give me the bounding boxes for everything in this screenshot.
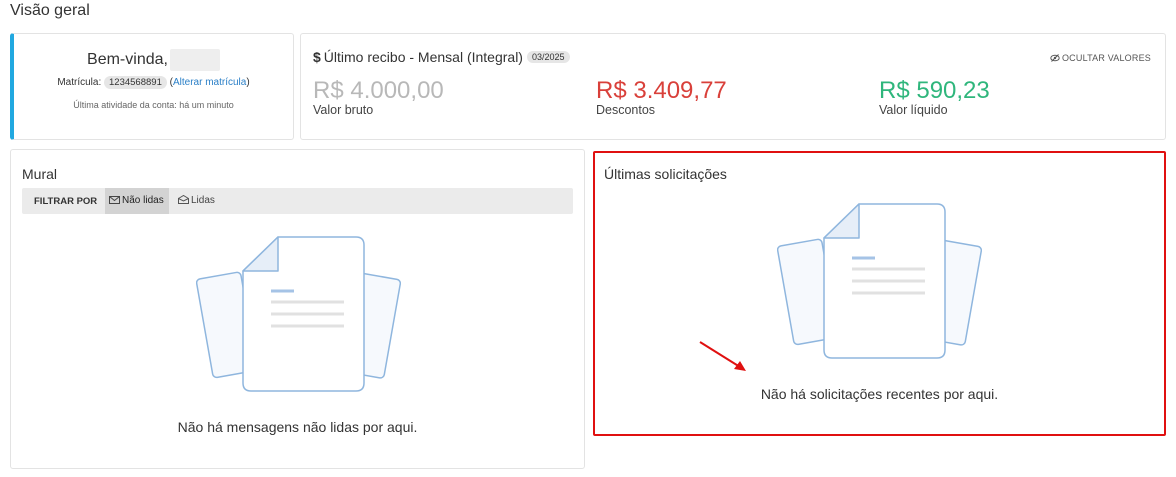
dollar-icon: $	[313, 49, 321, 65]
welcome-card: Bem-vinda, Matrícula: 1234568891 (Altera…	[10, 33, 294, 140]
discounts-value: R$ 3.409,77	[596, 77, 727, 104]
last-activity: Última atividade da conta: há um minuto	[73, 100, 234, 110]
hide-values-label: OCULTAR VALORES	[1061, 53, 1151, 63]
welcome-greeting: Bem-vinda,	[87, 51, 168, 69]
change-registration-link[interactable]: Alterar matrícula	[173, 77, 246, 88]
discounts-label: Descontos	[596, 103, 656, 117]
receipt-title-line: $ Último recibo - Mensal (Integral) 03/202…	[313, 49, 570, 65]
net-value: R$ 590,23	[879, 77, 990, 104]
red-arrow-annotation	[699, 341, 746, 371]
user-name-masked	[169, 49, 220, 71]
envelope-open-icon	[178, 194, 189, 204]
net-label: Valor líquido	[879, 103, 948, 117]
mural-card: Mural FILTRAR POR Não lidas Lidas Não há…	[10, 149, 585, 469]
recent-requests-title: Últimas solicitações	[604, 166, 727, 182]
requests-empty-message: Não há solicitações recentes por aqui.	[760, 386, 999, 402]
mural-empty-message: Não há mensagens não lidas por aqui.	[177, 419, 418, 435]
gross-label: Valor bruto	[313, 103, 374, 117]
tab-unread-label: Não lidas	[122, 195, 164, 206]
registration-number: 1234568891	[104, 76, 167, 89]
recent-requests-card: Últimas solicitações Não há solicitações…	[593, 151, 1166, 436]
hide-values-button[interactable]: OCULTAR VALORES	[1050, 53, 1151, 63]
last-receipt-card: $ Último recibo - Mensal (Integral) 03/202…	[300, 33, 1166, 140]
filter-label: FILTRAR POR	[34, 196, 98, 207]
eye-slash-icon	[1050, 54, 1060, 62]
welcome-greeting-line: Bem-vinda,	[14, 49, 293, 71]
page-title: Visão geral	[10, 2, 90, 19]
registration-label: Matrícula:	[57, 77, 102, 88]
tab-read[interactable]: Lidas	[174, 188, 224, 214]
empty-documents-illustration	[196, 236, 401, 392]
empty-requests-illustration	[777, 203, 982, 359]
tab-unread[interactable]: Não lidas	[105, 188, 169, 214]
tab-read-label: Lidas	[191, 195, 215, 206]
mural-title: Mural	[22, 166, 58, 182]
receipt-title: Último recibo - Mensal (Integral)	[323, 49, 523, 65]
receipt-period-badge: 03/2025	[526, 51, 570, 63]
registration-line: Matrícula: 1234568891 (Alterar matrícula…	[57, 76, 250, 89]
gross-value: R$ 4.000,00	[313, 77, 444, 104]
mural-filter-bar: FILTRAR POR Não lidas Lidas	[22, 188, 573, 214]
envelope-icon	[109, 196, 120, 204]
